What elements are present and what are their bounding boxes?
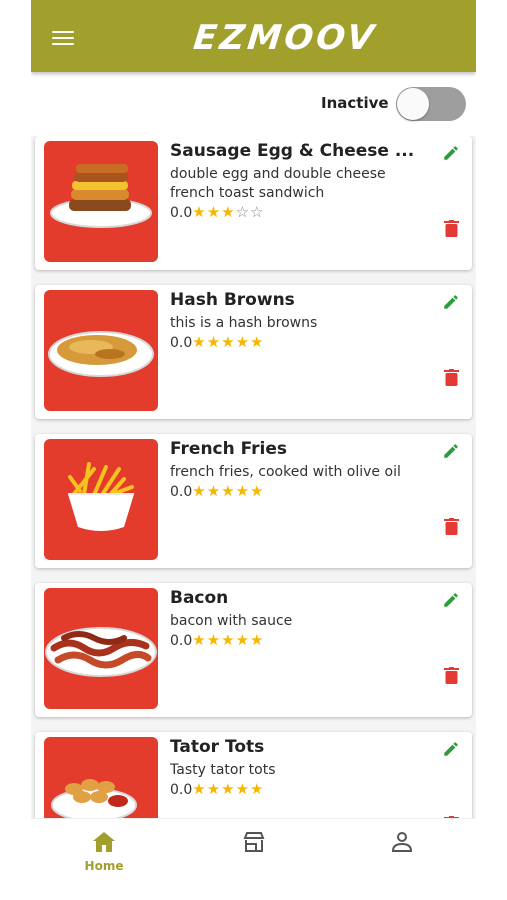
edit-icon[interactable] bbox=[442, 293, 460, 311]
bacon-image bbox=[44, 588, 158, 709]
hash-browns-image bbox=[44, 290, 158, 411]
status-row: Inactive bbox=[31, 72, 476, 136]
nav-home[interactable]: Home bbox=[74, 831, 134, 881]
status-label: Inactive bbox=[321, 94, 389, 112]
menu-item-card[interactable]: Sausage Egg & Cheese ... double egg and … bbox=[35, 136, 472, 270]
star-icons: ★★★☆☆ bbox=[192, 203, 265, 221]
nav-home-label: Home bbox=[84, 859, 124, 873]
delete-icon[interactable] bbox=[444, 220, 459, 237]
store-icon bbox=[243, 832, 265, 852]
french-fries-image bbox=[44, 439, 158, 560]
status-toggle[interactable] bbox=[396, 87, 466, 121]
person-icon bbox=[391, 832, 413, 852]
bottom-nav: Home bbox=[31, 818, 476, 900]
nav-profile[interactable] bbox=[372, 831, 432, 881]
menu-item-card[interactable]: Hash Browns this is a hash browns 0.0★★★… bbox=[35, 285, 472, 419]
delete-icon[interactable] bbox=[444, 369, 459, 386]
item-rating: 0.0★★★☆☆ bbox=[170, 203, 265, 221]
menu-item-card[interactable]: Bacon bacon with sauce 0.0★★★★★ bbox=[35, 583, 472, 717]
menu-item-card[interactable]: French Fries french fries, cooked with o… bbox=[35, 434, 472, 568]
item-title: Hash Browns bbox=[170, 290, 295, 310]
menu-icon[interactable] bbox=[52, 31, 74, 49]
edit-icon[interactable] bbox=[442, 144, 460, 162]
star-icons: ★★★★★ bbox=[192, 482, 265, 500]
tator-tots-image bbox=[44, 737, 158, 818]
item-rating: 0.0★★★★★ bbox=[170, 780, 265, 798]
rating-value: 0.0 bbox=[170, 484, 193, 500]
rating-value: 0.0 bbox=[170, 205, 193, 221]
edit-icon[interactable] bbox=[442, 591, 460, 609]
item-rating: 0.0★★★★★ bbox=[170, 333, 265, 351]
rating-value: 0.0 bbox=[170, 335, 193, 351]
toggle-knob bbox=[397, 88, 429, 120]
item-description: Tasty tator tots bbox=[170, 762, 276, 778]
delete-icon[interactable] bbox=[444, 518, 459, 535]
star-icons: ★★★★★ bbox=[192, 631, 265, 649]
item-title: Sausage Egg & Cheese ... bbox=[170, 141, 415, 161]
edit-icon[interactable] bbox=[442, 740, 460, 758]
edit-icon[interactable] bbox=[442, 442, 460, 460]
rating-value: 0.0 bbox=[170, 782, 193, 798]
menu-items-list[interactable]: Sausage Egg & Cheese ... double egg and … bbox=[31, 136, 476, 818]
item-description: this is a hash browns bbox=[170, 315, 318, 331]
item-title: Tator Tots bbox=[170, 737, 265, 757]
item-title: French Fries bbox=[170, 439, 288, 459]
nav-store[interactable] bbox=[224, 831, 284, 881]
rating-value: 0.0 bbox=[170, 633, 193, 649]
delete-icon[interactable] bbox=[444, 667, 459, 684]
home-icon bbox=[93, 832, 115, 852]
item-description: french fries, cooked with olive oil bbox=[170, 464, 401, 480]
star-icons: ★★★★★ bbox=[192, 333, 265, 351]
item-rating: 0.0★★★★★ bbox=[170, 482, 265, 500]
app-bar: EZMOOV bbox=[31, 0, 476, 72]
item-description: double egg and double cheese french toas… bbox=[170, 166, 386, 201]
menu-item-card[interactable]: Tator Tots Tasty tator tots 0.0★★★★★ bbox=[35, 732, 472, 818]
app-screen: EZMOOV Inactive Sausage Egg & Cheese ...… bbox=[31, 0, 476, 900]
sandwich-image bbox=[44, 141, 158, 262]
brand-logo: EZMOOV bbox=[191, 18, 379, 58]
item-title: Bacon bbox=[170, 588, 229, 608]
star-icons: ★★★★★ bbox=[192, 780, 265, 798]
item-rating: 0.0★★★★★ bbox=[170, 631, 265, 649]
item-description: bacon with sauce bbox=[170, 613, 293, 629]
